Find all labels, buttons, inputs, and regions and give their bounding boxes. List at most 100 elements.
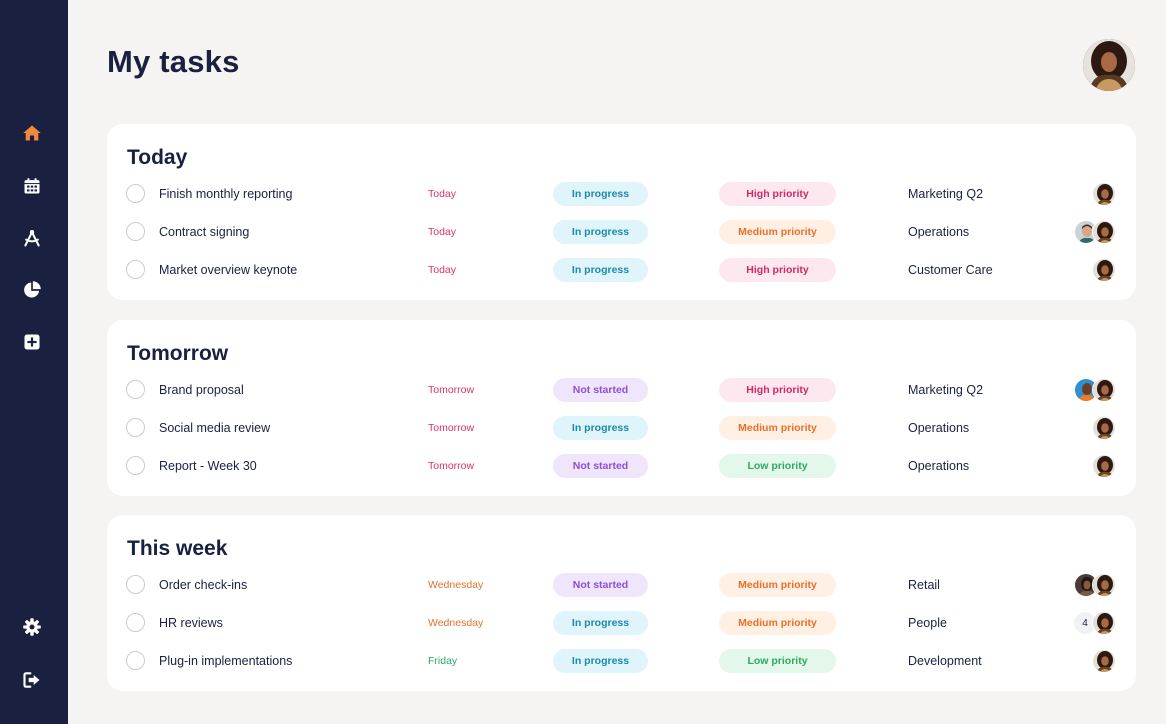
status-badge[interactable]: In progress [553,416,648,440]
pie-chart-icon [24,281,41,298]
nav-settings[interactable] [20,615,44,639]
nav-logout[interactable] [20,668,44,692]
status-badge[interactable]: In progress [553,611,648,635]
assignee-avatar[interactable] [1092,258,1116,282]
task-due-date: Wednesday [428,617,484,629]
task-checkbox[interactable] [126,418,145,437]
task-name[interactable]: Brand proposal [159,383,244,397]
task-row[interactable]: Social media review Tomorrow In progress Me… [107,416,1136,442]
assignee-group [1092,416,1116,440]
nav-home[interactable] [20,121,44,145]
task-name[interactable]: Contract signing [159,225,249,239]
task-checkbox[interactable] [126,575,145,594]
priority-badge[interactable]: Medium priority [719,416,836,440]
nav-calendar[interactable] [20,174,44,198]
task-checkbox[interactable] [126,380,145,399]
task-checkbox[interactable] [126,184,145,203]
assignee-group: 4 [1074,611,1116,635]
assignee-avatar[interactable] [1092,378,1116,402]
task-row[interactable]: Market overview keynote Today In progress H… [107,258,1136,284]
assignee-group [1092,649,1116,673]
task-row[interactable]: Brand proposal Tomorrow Not started High pr… [107,378,1136,404]
gear-icon [23,618,41,636]
assignee-group [1074,220,1116,244]
assignee-group [1074,573,1116,597]
status-badge[interactable]: Not started [553,573,648,597]
status-badge[interactable]: Not started [553,378,648,402]
task-team: People [908,616,947,630]
status-badge[interactable]: In progress [553,258,648,282]
task-team: Marketing Q2 [908,383,984,397]
task-section-card: Tomorrow Brand proposal Tomorrow Not starte… [107,320,1136,496]
task-name[interactable]: Order check-ins [159,578,247,592]
task-team: Retail [908,578,940,592]
task-due-date: Today [428,188,457,200]
assignee-avatar[interactable] [1092,416,1116,440]
assignee-avatar[interactable] [1092,454,1116,478]
task-name[interactable]: Finish monthly reporting [159,187,292,201]
nav-compass[interactable] [20,226,44,250]
assignee-avatar[interactable] [1092,220,1116,244]
task-checkbox[interactable] [126,651,145,670]
task-team: Marketing Q2 [908,187,984,201]
priority-badge[interactable]: Medium priority [719,573,836,597]
nav-add[interactable] [20,330,44,354]
assignee-avatar[interactable] [1092,611,1116,635]
task-row[interactable]: Plug-in implementations Friday In progress… [107,649,1136,675]
nav-reports[interactable] [20,278,44,302]
task-team: Customer Care [908,263,993,277]
priority-badge[interactable]: Low priority [719,649,836,673]
task-name[interactable]: HR reviews [159,616,223,630]
task-section-card: Today Finish monthly reporting Today In pro… [107,124,1136,300]
priority-badge[interactable]: High priority [719,182,836,206]
task-team: Operations [908,225,970,239]
task-name[interactable]: Market overview keynote [159,263,297,277]
task-row[interactable]: HR reviews Wednesday In progress Medium pri… [107,611,1136,637]
section-title: This week [127,537,228,560]
task-team: Operations [908,459,970,473]
user-avatar[interactable] [1083,39,1135,91]
task-due-date: Today [428,264,457,276]
task-row[interactable]: Finish monthly reporting Today In progress… [107,182,1136,208]
assignee-avatar[interactable] [1092,182,1116,206]
task-checkbox[interactable] [126,456,145,475]
task-due-date: Today [428,226,457,238]
assignee-avatar[interactable] [1092,649,1116,673]
task-checkbox[interactable] [126,260,145,279]
status-badge[interactable]: In progress [553,220,648,244]
priority-badge[interactable]: Medium priority [719,611,836,635]
task-row[interactable]: Order check-ins Wednesday Not started Mediu… [107,573,1136,599]
status-badge[interactable]: In progress [553,649,648,673]
status-badge[interactable]: Not started [553,454,648,478]
task-checkbox[interactable] [126,613,145,632]
task-row[interactable]: Report - Week 30 Tomorrow Not started Low p… [107,454,1136,480]
task-due-date: Wednesday [428,579,484,591]
task-section-card: This week Order check-ins Wednesday Not sta… [107,515,1136,691]
task-due-date: Friday [428,655,458,667]
task-name[interactable]: Plug-in implementations [159,654,292,668]
avatar-image [1083,39,1135,91]
task-name[interactable]: Report - Week 30 [159,459,257,473]
priority-badge[interactable]: Low priority [719,454,836,478]
priority-badge[interactable]: High priority [719,378,836,402]
task-row[interactable]: Contract signing Today In progress Medium p… [107,220,1136,246]
priority-badge[interactable]: Medium priority [719,220,836,244]
task-due-date: Tomorrow [428,384,475,396]
page-title: My tasks [107,44,240,79]
task-name[interactable]: Social media review [159,421,270,435]
status-badge[interactable]: In progress [553,182,648,206]
task-due-date: Tomorrow [428,460,475,472]
plus-square-icon [24,334,40,350]
section-title: Tomorrow [127,342,229,365]
assignee-group [1092,182,1116,206]
assignee-group [1074,378,1116,402]
section-title: Today [127,146,188,169]
sidebar [0,0,68,724]
task-checkbox[interactable] [126,222,145,241]
task-due-date: Tomorrow [428,422,475,434]
assignee-avatar[interactable] [1092,573,1116,597]
compass-icon [24,230,40,247]
calendar-icon [24,178,40,194]
task-team: Development [908,654,982,668]
priority-badge[interactable]: High priority [719,258,836,282]
